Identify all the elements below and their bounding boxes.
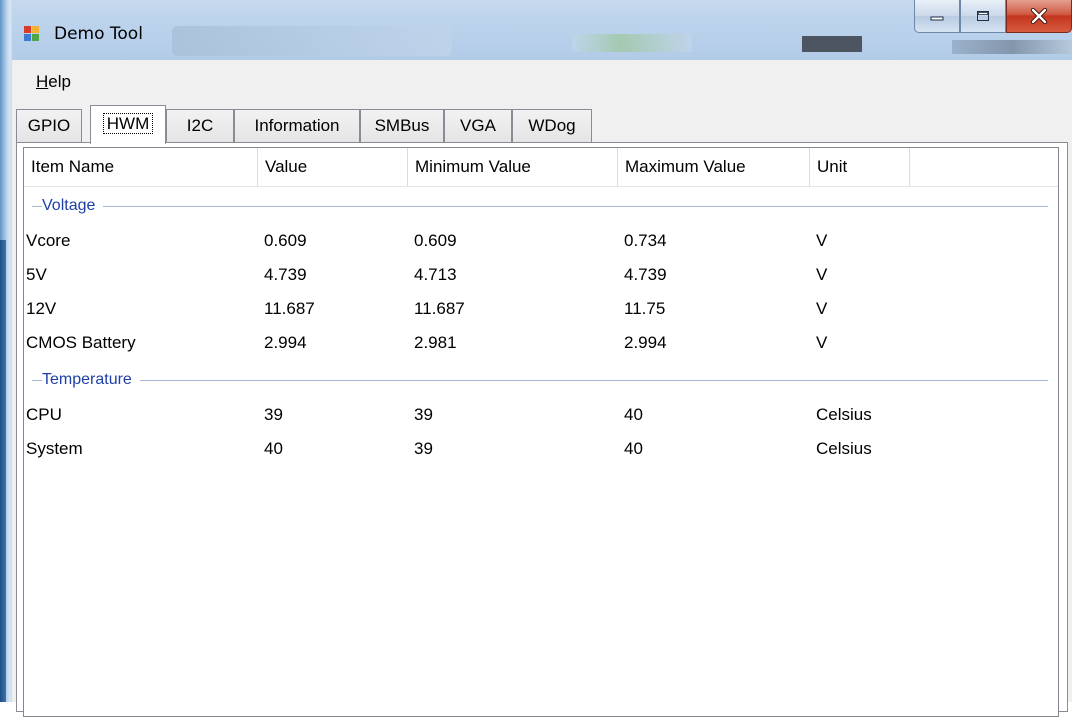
title-bar[interactable]: Demo Tool <box>12 0 1072 60</box>
cell-maximum-value: 4.739 <box>624 265 667 284</box>
cell-unit: V <box>816 231 828 250</box>
hwm-list-view[interactable]: Item Name Value Minimum Value Maximum Va… <box>23 147 1059 717</box>
tab-strip: GPIO HWM I2C Information SMBus VGA WDog <box>12 105 1072 144</box>
cell-maximum-value: 11.75 <box>624 299 666 318</box>
cell-minimum-value: 39 <box>414 439 433 458</box>
cell-maximum-value: 0.734 <box>624 231 667 250</box>
cell-value: 11.687 <box>264 299 315 318</box>
maximize-button[interactable] <box>960 0 1006 33</box>
column-header-value[interactable]: Value <box>258 148 408 186</box>
column-header-item-name[interactable]: Item Name <box>24 148 258 186</box>
cell-item-name: 12V <box>26 299 57 318</box>
cell-minimum-value: 0.609 <box>414 231 457 250</box>
cell-minimum-value: 2.981 <box>414 333 457 352</box>
cell-unit: V <box>816 265 828 284</box>
cell-item-name: CMOS Battery <box>26 333 136 352</box>
cell-item-name: System <box>26 439 83 458</box>
tab-gpio[interactable]: GPIO <box>16 109 82 143</box>
group-divider <box>32 206 1048 207</box>
cell-minimum-value: 39 <box>414 405 433 424</box>
minimize-icon <box>930 16 944 21</box>
table-row[interactable]: 5V 4.739 4.713 4.739 V <box>24 258 1058 292</box>
column-header-unit[interactable]: Unit <box>810 148 910 186</box>
cell-maximum-value: 40 <box>624 405 643 424</box>
cell-value: 40 <box>264 439 283 458</box>
cell-item-name: Vcore <box>26 231 71 250</box>
close-button[interactable] <box>1006 0 1072 33</box>
table-row[interactable]: 12V 11.687 11.687 11.75 V <box>24 292 1058 326</box>
tab-hwm[interactable]: HWM <box>90 105 166 144</box>
tab-label: HWM <box>102 113 154 134</box>
list-header: Item Name Value Minimum Value Maximum Va… <box>24 148 1058 187</box>
cell-value: 2.994 <box>264 333 307 352</box>
group-divider <box>32 380 1048 381</box>
tab-label: Information <box>254 116 340 135</box>
tab-wdog[interactable]: WDog <box>512 109 592 143</box>
menu-help-label: elp <box>48 72 71 91</box>
window-title: Demo Tool <box>54 24 143 44</box>
tab-label: SMBus <box>374 116 430 135</box>
cell-unit: V <box>816 333 828 352</box>
tab-page-hwm: Item Name Value Minimum Value Maximum Va… <box>16 142 1068 717</box>
cell-value: 4.739 <box>264 265 307 284</box>
table-row[interactable]: System 40 39 40 Celsius <box>24 432 1058 466</box>
cell-minimum-value: 4.713 <box>414 265 457 284</box>
window-frame-left <box>0 0 12 702</box>
group-title: Voltage <box>42 192 104 220</box>
window-controls <box>914 0 1072 34</box>
maximize-icon <box>977 11 989 21</box>
tab-label: WDog <box>528 116 576 135</box>
table-row[interactable]: CPU 39 39 40 Celsius <box>24 398 1058 432</box>
cell-minimum-value: 11.687 <box>414 299 465 318</box>
tab-smbus[interactable]: SMBus <box>360 109 444 143</box>
cell-unit: V <box>816 299 828 318</box>
app-window: Demo Tool Help GPIO HWM I2C Information … <box>12 0 1072 717</box>
cell-item-name: CPU <box>26 405 62 424</box>
group-title: Temperature <box>42 366 140 394</box>
tab-label: I2C <box>186 116 214 135</box>
cell-item-name: 5V <box>26 265 47 284</box>
minimize-button[interactable] <box>914 0 960 33</box>
menu-help-mnemonic: H <box>36 72 49 91</box>
tab-information[interactable]: Information <box>234 109 360 143</box>
tab-i2c[interactable]: I2C <box>166 109 234 143</box>
menu-help[interactable]: Help <box>32 70 75 94</box>
column-header-minimum-value[interactable]: Minimum Value <box>408 148 618 186</box>
column-header-maximum-value[interactable]: Maximum Value <box>618 148 810 186</box>
close-icon <box>1030 8 1048 24</box>
cell-unit: Celsius <box>816 439 872 458</box>
tab-vga[interactable]: VGA <box>444 109 512 143</box>
cell-value: 39 <box>264 405 283 424</box>
tab-label: VGA <box>460 116 496 135</box>
app-icon <box>24 26 40 42</box>
cell-maximum-value: 40 <box>624 439 643 458</box>
tab-label: GPIO <box>27 116 71 135</box>
group-header-temperature[interactable]: Temperature <box>24 366 1058 394</box>
cell-value: 0.609 <box>264 231 307 250</box>
menu-bar: Help <box>12 62 1072 100</box>
table-row[interactable]: Vcore 0.609 0.609 0.734 V <box>24 224 1058 258</box>
table-row[interactable]: CMOS Battery 2.994 2.981 2.994 V <box>24 326 1058 360</box>
cell-maximum-value: 2.994 <box>624 333 667 352</box>
group-header-voltage[interactable]: Voltage <box>24 192 1058 220</box>
cell-unit: Celsius <box>816 405 872 424</box>
